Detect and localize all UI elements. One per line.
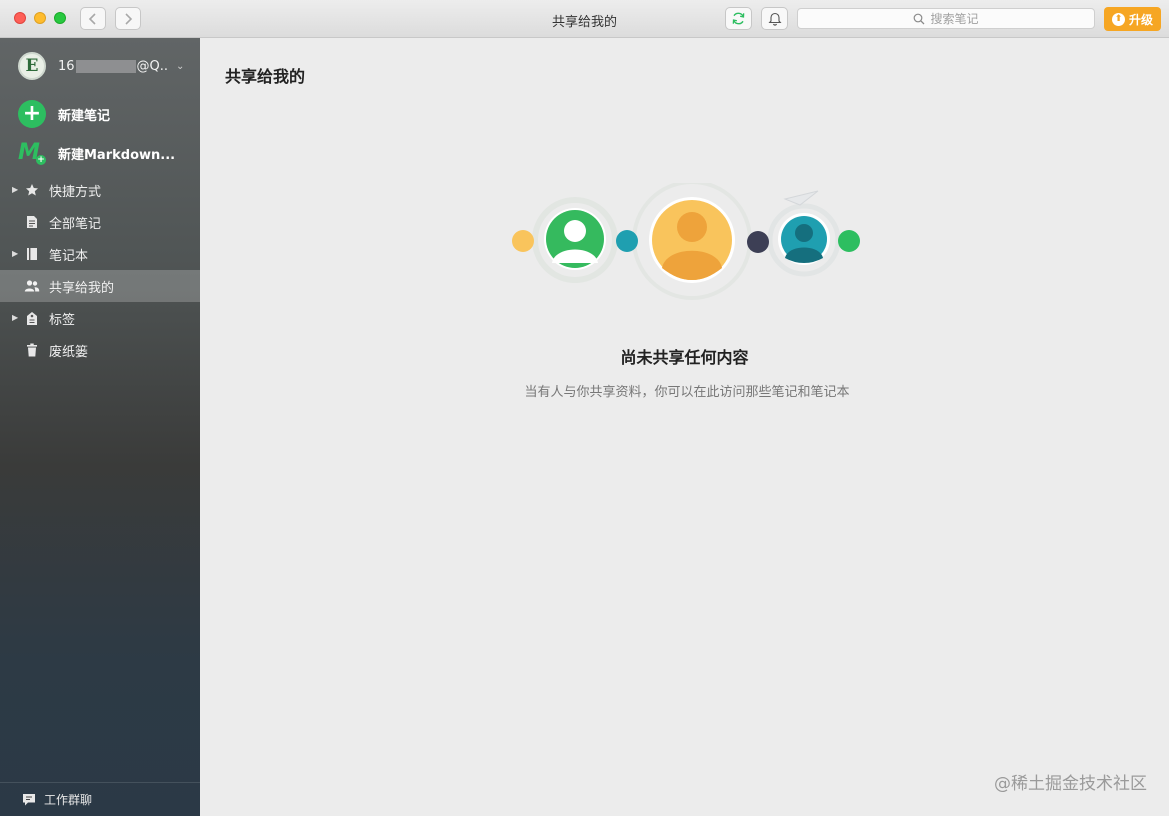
chat-icon	[22, 793, 36, 807]
new-note-label: 新建笔记	[58, 108, 111, 124]
notebook-icon	[24, 246, 40, 262]
sidebar: E 16 @Q... ⌄ + 新建笔记 M+ 新建Markdown... ▶ 快捷…	[0, 38, 200, 816]
notifications-button[interactable]	[761, 7, 788, 30]
chevron-left-icon	[88, 12, 96, 25]
main-panel: 共享给我的 尚未共享任何内容 当有人与你共享资料，你可以在此访问那些笔记和笔记本	[200, 38, 1169, 816]
window-minimize-button[interactable]	[34, 12, 46, 24]
sidebar-item-shortcuts[interactable]: ▶ 快捷方式	[0, 174, 200, 206]
sidebar-item-label: 笔记本	[49, 248, 89, 264]
forward-button[interactable]	[115, 7, 141, 30]
bell-icon	[767, 12, 782, 26]
empty-state-title: 尚未共享任何内容	[620, 348, 749, 367]
sidebar-item-label: 共享给我的	[49, 280, 115, 296]
redacted-block	[75, 59, 136, 73]
page-title: 共享给我的	[225, 67, 306, 86]
upgrade-button[interactable]: ⬆ 升级	[1104, 7, 1161, 31]
new-note-button[interactable]: + 新建笔记	[18, 100, 110, 128]
plus-icon: +	[18, 100, 46, 128]
navy-dot	[747, 231, 769, 253]
avatar: E	[18, 52, 46, 80]
sidebar-item-tags[interactable]: ▶ 标签	[0, 302, 200, 334]
watermark-text: @稀土掘金技术社区	[994, 774, 1147, 794]
new-markdown-button[interactable]: M + 新建Markdown...	[18, 141, 175, 165]
sync-button[interactable]	[725, 7, 752, 30]
title-bar: 共享给我的 搜索笔记 ⬆ 升级	[0, 0, 1169, 38]
star-icon	[24, 182, 40, 198]
sync-icon	[732, 12, 745, 25]
new-markdown-label: 新建Markdown...	[58, 147, 176, 163]
disclosure-triangle-icon[interactable]: ▶	[12, 249, 18, 258]
upgrade-label: 升级	[1128, 12, 1153, 27]
sidebar-item-label: 标签	[49, 312, 76, 328]
account-name-suffix: @Q...	[136, 58, 168, 74]
yellow-dot	[512, 230, 534, 252]
empty-state-description: 当有人与你共享资料，你可以在此访问那些笔记和笔记本	[524, 385, 850, 400]
note-icon	[24, 214, 40, 230]
window-zoom-button[interactable]	[54, 12, 66, 24]
sidebar-item-all-notes[interactable]: 全部笔记	[0, 206, 200, 238]
search-placeholder: 搜索笔记	[930, 12, 979, 26]
sidebar-item-label: 全部笔记	[49, 216, 102, 232]
green-dot	[838, 230, 860, 252]
sidebar-item-notebooks[interactable]: ▶ 笔记本	[0, 238, 200, 270]
account-switcher[interactable]: E 16 @Q... ⌄	[18, 52, 193, 80]
tag-icon	[24, 310, 40, 326]
work-chat-label: 工作群聊	[44, 793, 93, 807]
shared-empty-illustration	[512, 183, 860, 300]
teal-dot	[616, 230, 638, 252]
sidebar-nav: ▶ 快捷方式 全部笔记 ▶ 笔记本 共享给我的 ▶ 标签 废纸篓	[0, 174, 200, 366]
markdown-icon: M +	[18, 140, 46, 165]
sidebar-item-label: 快捷方式	[49, 184, 102, 200]
work-chat-button[interactable]: 工作群聊	[0, 782, 200, 816]
sidebar-item-trash[interactable]: 废纸篓	[0, 334, 200, 366]
trash-icon	[24, 342, 40, 358]
users-icon	[24, 278, 40, 294]
chevron-right-icon	[125, 12, 133, 25]
search-input[interactable]: 搜索笔记	[797, 8, 1095, 29]
window-close-button[interactable]	[14, 12, 26, 24]
disclosure-triangle-icon[interactable]: ▶	[12, 313, 18, 322]
sidebar-item-label: 废纸篓	[49, 344, 89, 360]
sidebar-item-shared-with-me[interactable]: 共享给我的	[0, 270, 200, 302]
disclosure-triangle-icon[interactable]: ▶	[12, 185, 18, 194]
account-name-prefix: 16	[58, 58, 75, 74]
back-button[interactable]	[80, 7, 106, 30]
chevron-down-icon: ⌄	[176, 60, 185, 72]
upgrade-arrow-icon: ⬆	[1111, 12, 1125, 26]
search-icon	[914, 13, 925, 24]
account-name: 16 @Q...	[58, 59, 168, 74]
